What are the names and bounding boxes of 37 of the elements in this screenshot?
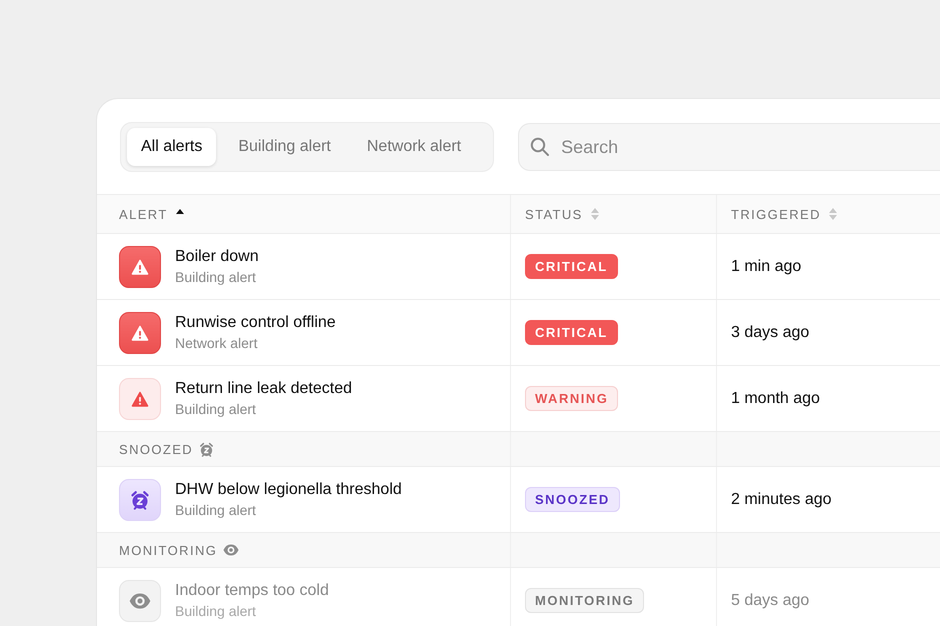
alert-type: Building alert (175, 603, 257, 619)
search-field[interactable]: Search (518, 123, 940, 171)
alert-title: Boiler down (175, 248, 259, 266)
search-icon (530, 137, 550, 157)
triggered-time: 1 min ago (731, 258, 802, 276)
triggered-time: 3 days ago (731, 324, 810, 342)
column-header[interactable]: TRIGGERED (731, 206, 821, 222)
alert-type: Building alert (175, 401, 257, 417)
alert-title: Indoor temps too cold (175, 582, 329, 600)
alert-title: DHW below legionella threshold (175, 481, 402, 499)
triggered-time: 5 days ago (731, 592, 810, 610)
warning-icon (131, 324, 149, 340)
alert-row[interactable]: Runwise control offline Network alert CRITICAL 3 days ago (97, 299, 940, 365)
alarm-clock-icon (130, 490, 150, 510)
column-header[interactable]: STATUS (525, 206, 583, 222)
warning-icon (131, 258, 149, 274)
alert-title: Runwise control offline (175, 314, 336, 332)
alert-row[interactable]: Boiler down Building alert CRITICAL 1 min ago (97, 233, 940, 299)
triggered-time: 1 month ago (731, 390, 820, 408)
group-label: SNOOZED (119, 442, 194, 456)
status-badge: CRITICAL (525, 254, 618, 279)
group-label: MONITORING (119, 542, 218, 558)
alert-type: Building alert (175, 502, 257, 518)
alert-type: Building alert (175, 269, 257, 285)
filter-tab[interactable]: Network alert (352, 128, 476, 166)
alert-row[interactable]: Indoor temps too cold Building alert MONITORING 5 days ago (97, 567, 940, 626)
status-badge: SNOOZED (525, 487, 620, 512)
alert-type: Network alert (175, 335, 258, 351)
filter-tab[interactable]: Building alert (224, 128, 345, 166)
filter-tab[interactable]: All alerts (127, 128, 216, 166)
triggered-time: 2 minutes ago (731, 490, 832, 508)
status-badge: WARNING (525, 386, 618, 411)
status-badge: CRITICAL (525, 320, 618, 345)
status-badge: MONITORING (525, 588, 644, 613)
warning-icon (131, 390, 149, 406)
column-header[interactable]: ALERT (119, 206, 168, 222)
alert-title: Return line leak detected (175, 380, 352, 398)
